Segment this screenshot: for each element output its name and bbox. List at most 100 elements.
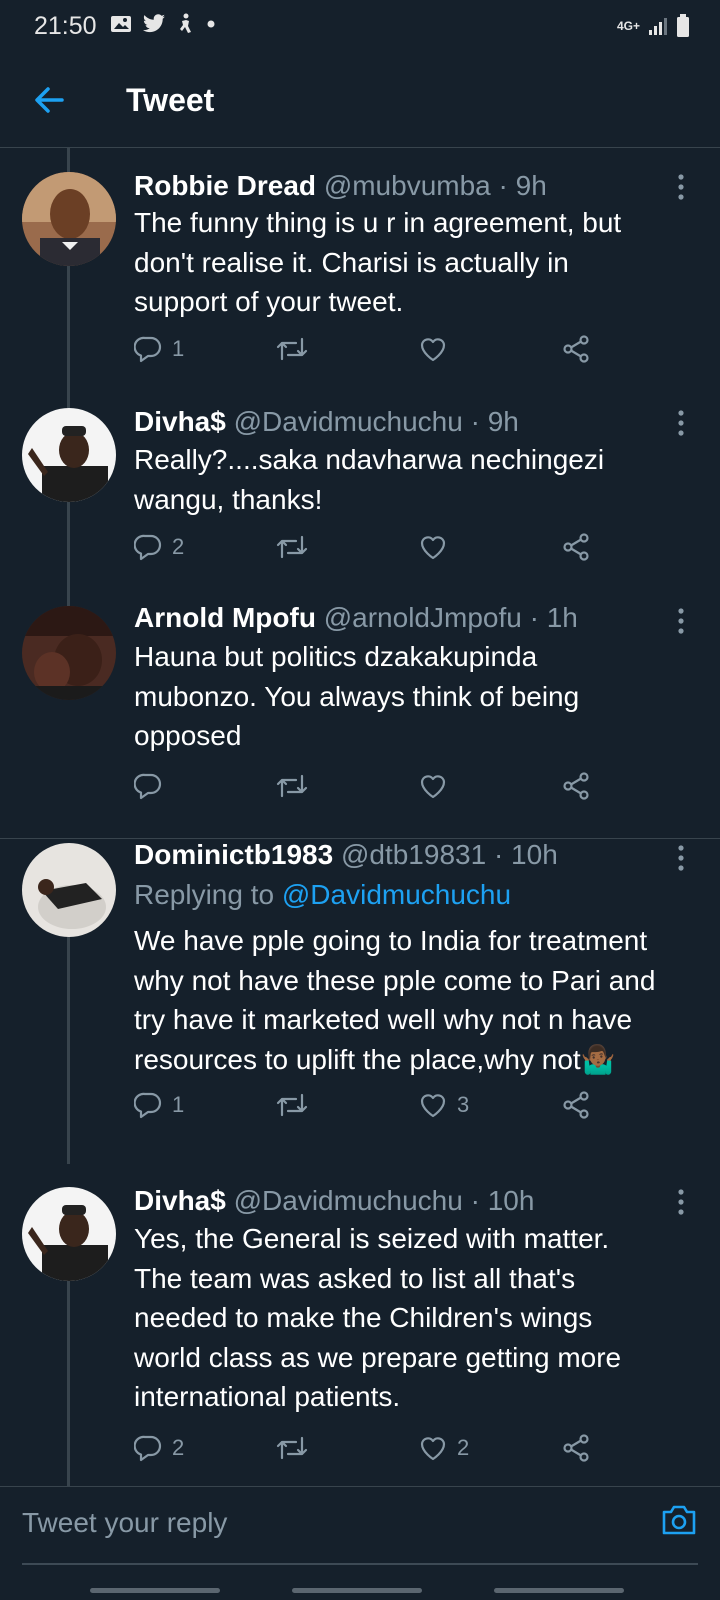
user-handle-time: @dtb19831 · 10h <box>340 839 558 870</box>
camera-button[interactable] <box>660 1503 698 1537</box>
user-name[interactable]: Arnold Mpofu <box>134 602 316 633</box>
avatar[interactable] <box>22 1187 116 1281</box>
status-time: 21:50 <box>34 12 97 40</box>
more-options-icon[interactable] <box>676 1187 686 1217</box>
user-name[interactable]: Dominictb1983 <box>134 839 333 870</box>
retweet-icon <box>276 774 308 798</box>
tweet-text-line: The team was asked to list all that's <box>134 1262 576 1294</box>
battery-icon <box>677 14 689 37</box>
retweet-icon <box>276 535 308 559</box>
tweet-text-line: The funny thing is u r in agreement, but <box>134 207 622 238</box>
retweet-button[interactable] <box>276 1091 318 1119</box>
reply-button[interactable]: 2 <box>134 1434 184 1462</box>
avatar[interactable] <box>22 408 116 502</box>
image-icon <box>111 16 131 32</box>
tweet-text: Really?....saka ndavharwa nechingezi wan… <box>134 440 700 519</box>
share-icon <box>563 1091 589 1119</box>
retweet-button[interactable] <box>276 772 318 800</box>
reply-bar <box>0 1486 720 1600</box>
tweet-text: We have pple going to India for treatmen… <box>134 921 714 1079</box>
tweet-item[interactable]: Divha$ @Davidmuchuchu · 10h Yes, the Gen… <box>0 1169 720 1486</box>
retweet-button[interactable] <box>276 335 318 363</box>
reply-count: 2 <box>172 534 185 559</box>
more-options-icon[interactable] <box>676 172 686 202</box>
tweet-text: Hauna but politics dzakakupinda mubonzo.… <box>134 637 700 756</box>
share-icon <box>563 335 589 363</box>
tweet-text-line: world class as we prepare getting more <box>134 1341 622 1373</box>
user-name[interactable]: Divha$ <box>134 1185 226 1216</box>
twitter-icon <box>143 14 165 33</box>
tweet-header: Robbie Dread @mubvumba · 9h <box>134 170 547 202</box>
reply-icon <box>134 1435 162 1462</box>
share-button[interactable] <box>562 772 590 800</box>
status-bar: 21:50 4G+ <box>0 0 720 52</box>
reply-button[interactable]: 1 <box>134 335 184 363</box>
tweet-header: Divha$ @Davidmuchuchu · 10h <box>134 1185 534 1217</box>
nav-gesture-bar <box>292 1588 422 1593</box>
heart-icon <box>420 1094 446 1118</box>
avatar[interactable] <box>22 606 116 700</box>
back-button[interactable] <box>30 80 70 120</box>
reply-input-underline <box>22 1563 698 1565</box>
like-button[interactable] <box>419 533 457 561</box>
tweet-actions: 2 2 <box>0 1434 720 1470</box>
tweet-text-line: support of your tweet. <box>134 286 404 317</box>
nav-gesture-bar <box>494 1588 624 1593</box>
avatar-photo-icon <box>22 1187 116 1281</box>
user-name[interactable]: Robbie Dread <box>134 170 316 201</box>
reply-icon <box>134 773 162 800</box>
tweet-item[interactable]: Divha$ @Davidmuchuchu · 9h Really?....sa… <box>0 388 720 588</box>
network-type: 4G+ <box>616 19 640 33</box>
avatar-photo-icon <box>22 843 116 937</box>
reply-button[interactable] <box>134 772 172 800</box>
reply-button[interactable]: 2 <box>134 533 184 561</box>
tweet-text-line: wangu, thanks! <box>134 483 323 515</box>
tweet-item[interactable]: Robbie Dread @mubvumba · 9h The funny th… <box>0 150 720 410</box>
share-icon <box>563 533 589 561</box>
signal-icon <box>649 18 667 35</box>
share-button[interactable] <box>562 335 590 363</box>
reply-icon <box>134 534 162 561</box>
more-options-icon[interactable] <box>676 843 686 873</box>
share-icon <box>563 772 589 800</box>
share-button[interactable] <box>562 533 590 561</box>
more-options-icon[interactable] <box>676 606 686 636</box>
tweet-item[interactable]: Dominictb1983 @dtb19831 · 10h Replying t… <box>0 839 720 1169</box>
heart-icon <box>420 536 446 560</box>
tweet-item[interactable]: Arnold Mpofu @arnoldJmpofu · 1h Hauna bu… <box>0 588 720 838</box>
replying-to: Replying to @Davidmuchuchu <box>134 879 511 911</box>
reply-input[interactable] <box>22 1501 642 1545</box>
like-button[interactable]: 3 <box>419 1091 469 1119</box>
like-button[interactable] <box>419 335 457 363</box>
user-name[interactable]: Divha$ <box>134 406 226 437</box>
tweet-text-line: We have pple going to India for treatmen… <box>134 925 648 956</box>
retweet-button[interactable] <box>276 1434 318 1462</box>
avatar[interactable] <box>22 172 116 266</box>
avatar-photo-icon <box>22 408 116 502</box>
tweet-text-line: Yes, the General is seized with matter. <box>134 1223 610 1254</box>
user-handle-time: @mubvumba · 9h <box>323 170 547 201</box>
page-title: Tweet <box>126 82 215 118</box>
replying-to-handle[interactable]: @Davidmuchuchu <box>282 879 511 910</box>
reply-count: 2 <box>172 1435 185 1460</box>
retweet-icon <box>276 1436 308 1460</box>
status-notification-icons <box>110 13 216 35</box>
tweet-header: Divha$ @Davidmuchuchu · 9h <box>134 406 519 438</box>
like-button[interactable] <box>419 772 457 800</box>
avatar[interactable] <box>22 843 116 937</box>
tweet-text-line: mubonzo. You always think of being <box>134 680 580 712</box>
more-options-icon[interactable] <box>676 408 686 438</box>
retweet-button[interactable] <box>276 533 318 561</box>
tweet-text: Yes, the General is seized with matter. … <box>134 1219 700 1417</box>
tweet-text-line: resources to uplift the place,why not🤷🏾‍… <box>134 1043 616 1075</box>
share-icon <box>563 1434 589 1462</box>
like-button[interactable]: 2 <box>419 1434 469 1462</box>
reply-button[interactable]: 1 <box>134 1091 184 1119</box>
avatar-photo-icon <box>22 606 116 700</box>
share-button[interactable] <box>562 1091 590 1119</box>
status-system-icons: 4G+ <box>617 14 690 38</box>
share-button[interactable] <box>562 1434 590 1462</box>
retweet-icon <box>276 337 308 361</box>
reply-icon <box>134 1092 162 1119</box>
reply-count: 1 <box>172 1092 185 1117</box>
